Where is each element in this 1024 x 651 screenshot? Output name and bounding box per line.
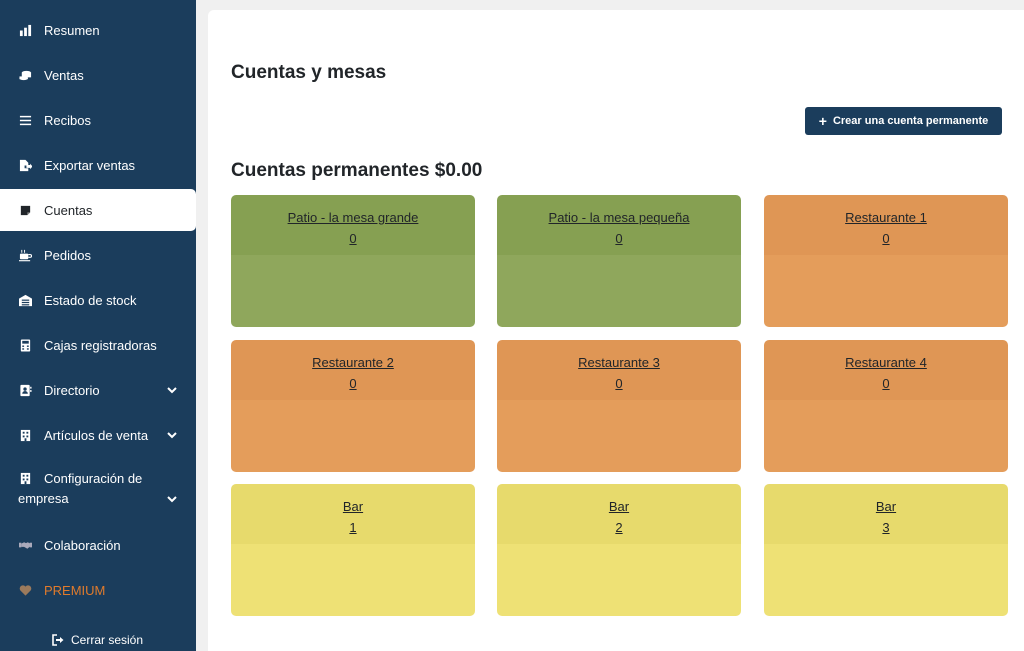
account-name-link[interactable]: Bar <box>497 496 741 517</box>
account-value[interactable]: 3 <box>764 517 1008 538</box>
account-name-link[interactable]: Restaurante 2 <box>231 352 475 373</box>
account-value[interactable]: 0 <box>764 228 1008 249</box>
account-card[interactable]: Bar 2 <box>497 484 741 616</box>
account-name-link[interactable]: Patio - la mesa grande <box>231 207 475 228</box>
sidebar-item-label: Directorio <box>44 382 100 398</box>
building-icon <box>18 428 32 442</box>
sidebar: Resumen Ventas Recibos Exportar ventas C… <box>0 0 196 651</box>
sidebar-item-configuracion-de-empresa[interactable]: Configuración de empresa <box>0 461 196 523</box>
note-icon <box>18 203 32 217</box>
account-value[interactable]: 0 <box>231 373 475 394</box>
sidebar-item-pedidos[interactable]: Pedidos <box>0 234 196 276</box>
account-value[interactable]: 0 <box>497 373 741 394</box>
chevron-down-icon[interactable] <box>166 384 178 396</box>
sidebar-item-premium[interactable]: PREMIUM <box>0 569 196 611</box>
account-card[interactable]: Bar 3 <box>764 484 1008 616</box>
sidebar-item-exportar-ventas[interactable]: Exportar ventas <box>0 144 196 186</box>
sidebar-item-estado-de-stock[interactable]: Estado de stock <box>0 279 196 321</box>
account-card[interactable]: Restaurante 20 <box>231 340 475 472</box>
logout-link[interactable]: Cerrar sesión <box>52 633 143 647</box>
page-title: Cuentas y mesas <box>231 62 387 83</box>
sidebar-item-label: Colaboración <box>44 537 121 553</box>
sidebar-item-label: Configuración de empresa <box>18 471 143 506</box>
account-card[interactable]: Patio - la mesa grande 0 <box>231 195 475 327</box>
sidebar-item-ventas[interactable]: Ventas <box>0 54 196 96</box>
account-name-link[interactable]: Restaurante 4 <box>764 352 1008 373</box>
plus-icon: + <box>818 113 827 129</box>
chevron-down-icon[interactable] <box>166 429 178 441</box>
sidebar-item-cajas-registradoras[interactable]: Cajas registradoras <box>0 324 196 366</box>
account-value[interactable]: 0 <box>764 373 1008 394</box>
account-name-link[interactable]: Restaurante 1 <box>764 207 1008 228</box>
sidebar-item-colaboracion[interactable]: Colaboración <box>0 524 196 566</box>
account-name-link[interactable]: Patio - la mesa pequeña <box>497 207 741 228</box>
warehouse-icon <box>18 293 32 307</box>
sidebar-item-label: Exportar ventas <box>44 157 136 173</box>
sidebar-item-label: Recibos <box>44 112 91 128</box>
building-icon <box>18 472 32 486</box>
calculator-icon <box>18 338 32 352</box>
account-name-link[interactable]: Bar <box>231 496 475 517</box>
sidebar-item-label: Pedidos <box>44 247 91 263</box>
address-book-icon <box>18 383 32 397</box>
sidebar-item-cuentas[interactable]: Cuentas <box>0 189 196 231</box>
main-panel: Cuentas y mesas + Crear una cuenta perma… <box>208 10 1024 651</box>
logout-label: Cerrar sesión <box>71 633 144 647</box>
account-value[interactable]: 1 <box>231 517 475 538</box>
section-title: Cuentas permanentes $0.00 <box>231 160 483 181</box>
file-export-icon <box>18 158 32 172</box>
sidebar-item-label: Cuentas <box>44 202 93 218</box>
bar-chart-icon <box>18 23 32 37</box>
create-button-label: Crear una cuenta permanente <box>832 115 989 127</box>
account-name-link[interactable]: Bar <box>764 496 1008 517</box>
account-card[interactable]: Bar 1 <box>231 484 475 616</box>
create-permanent-account-button[interactable]: + Crear una cuenta permanente <box>805 107 1002 135</box>
account-card[interactable]: Patio - la mesa pequeña 0 <box>497 195 741 327</box>
account-name-link[interactable]: Restaurante 3 <box>497 352 741 373</box>
account-value[interactable]: 0 <box>497 228 741 249</box>
list-icon <box>18 113 32 127</box>
account-value[interactable]: 0 <box>231 228 475 249</box>
sidebar-item-label: Cajas registradoras <box>44 337 157 353</box>
handshake-icon <box>18 538 32 552</box>
account-value[interactable]: 2 <box>497 517 741 538</box>
chevron-down-icon[interactable] <box>166 493 178 505</box>
account-card[interactable]: Restaurante 30 <box>497 340 741 472</box>
sidebar-item-label: Ventas <box>44 67 84 83</box>
sidebar-item-label: Estado de stock <box>44 292 137 308</box>
sidebar-item-label: Resumen <box>44 22 100 38</box>
coffee-icon <box>18 248 32 262</box>
sidebar-item-resumen[interactable]: Resumen <box>0 9 196 51</box>
sign-out-icon <box>52 634 64 646</box>
sidebar-item-recibos[interactable]: Recibos <box>0 99 196 141</box>
sidebar-item-articulos-de-venta[interactable]: Artículos de venta <box>0 414 196 456</box>
account-card[interactable]: Restaurante 40 <box>764 340 1008 472</box>
coins-icon <box>18 68 32 82</box>
sidebar-item-label: PREMIUM <box>44 582 106 598</box>
sidebar-item-label: Artículos de venta <box>44 427 149 443</box>
heart-icon <box>18 583 32 597</box>
account-card[interactable]: Restaurante 10 <box>764 195 1008 327</box>
sidebar-item-directorio[interactable]: Directorio <box>0 369 196 411</box>
